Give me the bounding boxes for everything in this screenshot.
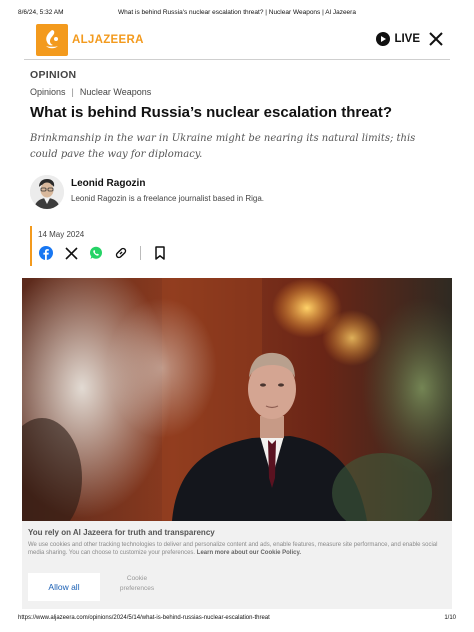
live-button[interactable]: LIVE [376,32,420,46]
cookie-preferences-label-2: preferences [119,585,155,593]
print-url: https://www.aljazeera.com/opinions/2024/… [18,615,270,621]
avatar[interactable] [30,175,64,209]
breadcrumb-nuclear-weapons[interactable]: Nuclear Weapons [80,87,151,97]
cookie-preferences-label-1: Cookie [126,575,148,582]
author-bio: Leonid Ragozin is a freelance journalist… [71,194,265,203]
live-label: LIVE [394,33,420,45]
cookie-text: We use cookies and other tracking techno… [28,541,446,558]
share-divider [140,246,141,260]
breadcrumb: Opinions | Nuclear Weapons [30,87,151,97]
page-number: 1/10 [444,615,456,621]
brand-name[interactable]: ALJAZEERA [72,34,144,46]
print-header: 8/6/24, 5:32 AM What is behind Russia's … [18,9,456,19]
article-standfirst: Brinkmanship in the war in Ukraine might… [30,133,416,160]
print-title: What is behind Russia's nuclear escalati… [118,9,356,16]
hero-image [22,278,452,521]
cookie-title: You rely on Al Jazeera for truth and tra… [28,528,215,537]
bookmark-icon[interactable] [152,245,168,261]
allow-all-button[interactable]: Allow all [28,573,100,601]
link-icon[interactable] [113,245,129,261]
cookie-banner: You rely on Al Jazeera for truth and tra… [22,521,452,609]
article-date: 14 May 2024 [38,230,85,239]
cookie-policy-link[interactable]: Learn more about our Cookie Policy. [197,550,301,556]
site-header: ALJAZEERA LIVE [24,24,450,60]
play-icon [376,32,391,46]
whatsapp-icon[interactable] [88,245,104,261]
aljazeera-logo-icon[interactable] [36,24,68,56]
close-icon[interactable] [428,31,444,47]
breadcrumb-opinions[interactable]: Opinions [30,87,66,97]
facebook-icon[interactable] [38,245,54,261]
print-footer: https://www.aljazeera.com/opinions/2024/… [18,615,456,621]
author-name[interactable]: Leonid Ragozin [71,178,145,189]
meta-accent-bar [30,226,32,266]
page-title: What is behind Russia’s nuclear escalati… [30,104,393,121]
breadcrumb-separator: | [71,87,74,97]
x-icon[interactable] [63,245,79,261]
cookie-preferences-button[interactable]: Cookie preferences [106,573,168,601]
section-label[interactable]: OPINION [30,69,76,81]
share-bar [38,244,168,262]
